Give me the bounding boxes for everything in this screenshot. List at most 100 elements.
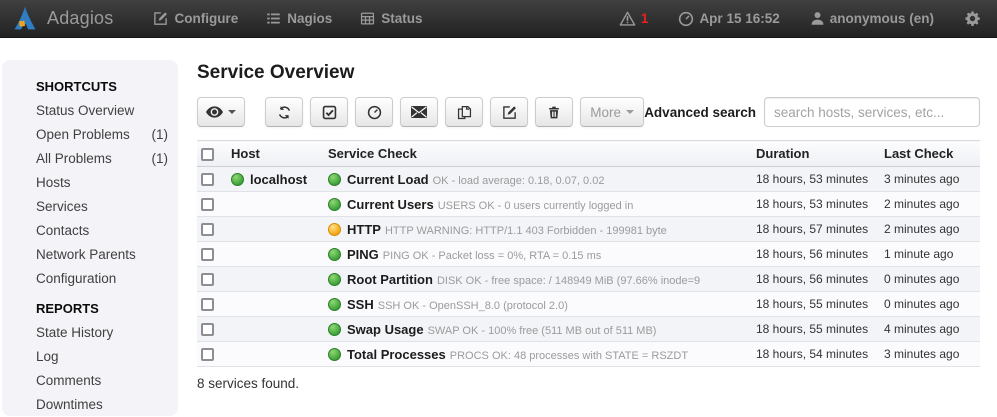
duration-cell: 18 hours, 56 minutes [752, 267, 880, 292]
service-link[interactable]: PING [347, 247, 379, 262]
service-link[interactable]: Total Processes [347, 347, 446, 362]
host-link[interactable]: localhost [250, 172, 307, 187]
service-status-detail: USERS OK - 0 users currently logged in [438, 200, 634, 212]
refresh-icon [277, 105, 292, 120]
toolbar: More Advanced search [197, 97, 980, 127]
service-status-ok-icon [328, 348, 341, 361]
table-row[interactable]: HTTP HTTP WARNING: HTTP/1.1 403 Forbidden… [197, 217, 980, 242]
service-status-detail: HTTP WARNING: HTTP/1.1 403 Forbidden - 1… [385, 225, 667, 237]
sidebar-item-contacts[interactable]: Contacts [36, 219, 168, 243]
row-checkbox[interactable] [201, 173, 214, 186]
service-status-detail: PROCS OK: 48 processes with STATE = RSZD… [450, 350, 688, 362]
list-icon [266, 11, 281, 26]
service-status-detail: SSH OK - OpenSSH_8.0 (protocol 2.0) [378, 300, 568, 312]
row-checkbox[interactable] [201, 248, 214, 261]
sidebar-item-network-parents[interactable]: Network Parents [36, 243, 168, 267]
send-notification-button[interactable] [400, 97, 438, 127]
top-navbar: Adagios Configure Nagios Status 1 Apr [0, 0, 997, 38]
row-checkbox[interactable] [201, 223, 214, 236]
table-row[interactable]: Current Users USERS OK - 0 users currentl… [197, 192, 980, 217]
sidebar-item-comments[interactable]: Comments [36, 369, 168, 393]
row-checkbox[interactable] [201, 298, 214, 311]
service-status-detail: SWAP OK - 100% free (511 MB out of 511 M… [428, 325, 657, 337]
more-dropdown-button[interactable]: More [580, 97, 644, 127]
table-row[interactable]: Root Partition DISK OK - free space: / 14… [197, 267, 980, 292]
service-link[interactable]: Root Partition [347, 272, 433, 287]
sidebar-item-all-problems[interactable]: All Problems(1) [36, 147, 168, 171]
service-link[interactable]: Current Users [347, 197, 434, 212]
sidebar-section-shortcuts: SHORTCUTS Status Overview Open Problems(… [36, 79, 178, 291]
user-menu[interactable]: anonymous (en) [800, 0, 944, 38]
sidebar: SHORTCUTS Status Overview Open Problems(… [2, 60, 178, 416]
nav-item-status[interactable]: Status [346, 0, 436, 38]
select-all-checkbox[interactable] [201, 148, 214, 161]
table-row[interactable]: Swap Usage SWAP OK - 100% free (511 MB ou… [197, 317, 980, 342]
clock-icon [678, 11, 694, 27]
last-check-cell: 0 minutes ago [880, 292, 980, 317]
row-checkbox[interactable] [201, 323, 214, 336]
brand-logo[interactable]: Adagios [12, 6, 113, 32]
table-row[interactable]: localhost Current Load OK - load average:… [197, 167, 980, 192]
service-status-ok-icon [328, 173, 341, 186]
sidebar-item-downtimes[interactable]: Downtimes [36, 393, 168, 417]
column-header-last-check[interactable]: Last Check [880, 141, 980, 167]
edit-button[interactable] [490, 97, 528, 127]
service-link[interactable]: Swap Usage [347, 322, 424, 337]
schedule-downtime-button[interactable] [355, 97, 393, 127]
service-status-ok-icon [328, 198, 341, 211]
settings-button[interactable] [954, 0, 985, 38]
services-count-footer: 8 services found. [197, 376, 980, 391]
advanced-search: Advanced search [644, 97, 980, 127]
sidebar-section-title: REPORTS [36, 301, 178, 316]
table-row[interactable]: PINGPING OK - Packet loss = 0%, RTA = 0.… [197, 242, 980, 267]
column-header-duration[interactable]: Duration [752, 141, 880, 167]
alerts-indicator[interactable]: 1 [609, 0, 659, 38]
service-status-ok-icon [328, 323, 341, 336]
delete-button[interactable] [535, 97, 573, 127]
envelope-icon [411, 106, 427, 118]
service-status-detail: DISK OK - free space: / 148949 MiB (97.6… [437, 275, 700, 287]
refresh-button[interactable] [265, 97, 303, 127]
alerts-count-badge: 1 [641, 11, 649, 26]
service-link[interactable]: HTTP [347, 222, 381, 237]
search-input[interactable] [764, 97, 980, 127]
row-checkbox[interactable] [201, 348, 214, 361]
last-check-cell: 0 minutes ago [880, 267, 980, 292]
row-checkbox[interactable] [201, 273, 214, 286]
copy-button[interactable] [445, 97, 483, 127]
acknowledge-button[interactable] [310, 97, 348, 127]
sidebar-item-state-history[interactable]: State History [36, 321, 168, 345]
page-title: Service Overview [197, 62, 980, 84]
sidebar-item-status-overview[interactable]: Status Overview [36, 99, 168, 123]
table-grid-icon [360, 11, 375, 26]
nav-item-label: Configure [174, 11, 238, 26]
column-header-service[interactable]: Service Check [324, 141, 752, 167]
user-icon [810, 11, 825, 26]
sidebar-item-configuration[interactable]: Configuration [36, 267, 168, 291]
service-link[interactable]: Current Load [347, 172, 429, 187]
service-status-detail: OK - load average: 0.18, 0.07, 0.02 [433, 175, 605, 187]
trash-icon [547, 105, 561, 120]
column-header-host[interactable]: Host [227, 141, 324, 167]
service-link[interactable]: SSH [347, 297, 374, 312]
sidebar-item-open-problems[interactable]: Open Problems(1) [36, 123, 168, 147]
warning-triangle-icon [619, 11, 636, 26]
clock-datetime[interactable]: Apr 15 16:52 [668, 0, 789, 38]
sidebar-item-log[interactable]: Log [36, 345, 168, 369]
sidebar-item-hosts[interactable]: Hosts [36, 171, 168, 195]
duration-cell: 18 hours, 53 minutes [752, 192, 880, 217]
nav-item-nagios[interactable]: Nagios [252, 0, 346, 38]
caret-down-icon [228, 110, 236, 114]
last-check-cell: 2 minutes ago [880, 217, 980, 242]
open-problems-count: (1) [152, 123, 169, 147]
sidebar-section-title: SHORTCUTS [36, 79, 178, 94]
sidebar-item-services[interactable]: Services [36, 195, 168, 219]
table-row[interactable]: SSHSSH OK - OpenSSH_8.0 (protocol 2.0) 1… [197, 292, 980, 317]
nav-item-configure[interactable]: Configure [139, 0, 252, 38]
more-label: More [590, 105, 621, 120]
datetime-label: Apr 15 16:52 [699, 11, 779, 26]
view-dropdown-button[interactable] [197, 97, 245, 127]
table-header-row: Host Service Check Duration Last Check [197, 141, 980, 167]
row-checkbox[interactable] [201, 198, 214, 211]
table-row[interactable]: Total Processes PROCS OK: 48 processes wi… [197, 342, 980, 367]
